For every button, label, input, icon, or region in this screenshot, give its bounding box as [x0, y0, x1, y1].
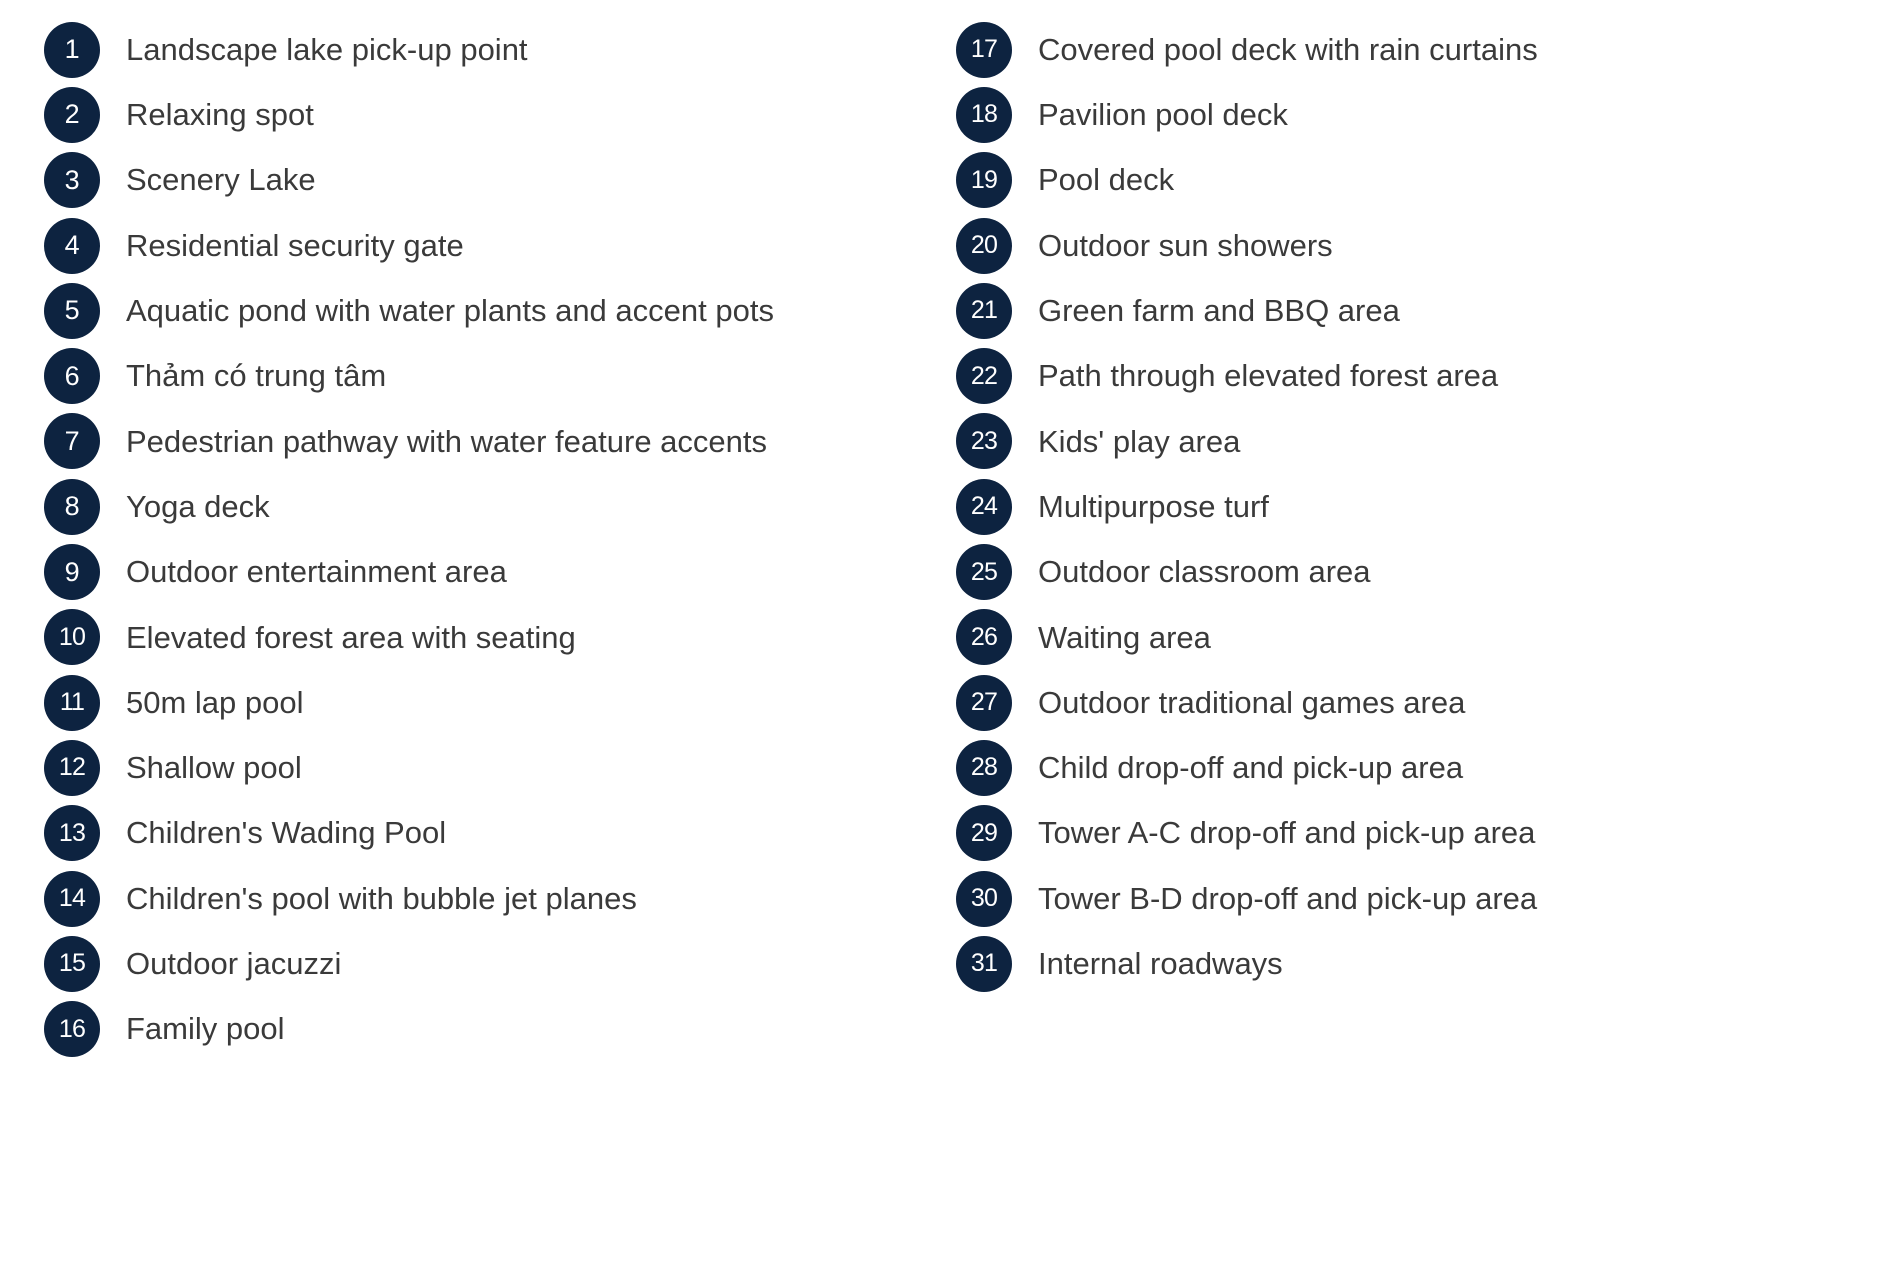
legend-columns: 1 Landscape lake pick-up point 2 Relaxing s… — [0, 0, 1900, 1062]
legend-item[interactable]: 7 Pedestrian pathway with water feature a… — [44, 409, 956, 474]
legend-number-badge: 23 — [956, 413, 1012, 470]
legend-number-badge: 8 — [44, 478, 100, 535]
legend-item-label: Outdoor classroom area — [1038, 554, 1371, 590]
legend-item-label: Children's pool with bubble jet planes — [126, 880, 637, 916]
legend-item[interactable]: 27 Outdoor traditional games area — [956, 670, 1856, 735]
legend-item[interactable]: 8 Yoga deck — [44, 474, 956, 539]
legend-number-badge: 17 — [956, 21, 1012, 78]
legend-number-badge: 25 — [956, 544, 1012, 601]
legend-number-badge: 31 — [956, 935, 1012, 992]
legend-number-badge: 21 — [956, 282, 1012, 339]
legend-item[interactable]: 10 Elevated forest area with seating — [44, 605, 956, 670]
legend-item-label: 50m lap pool — [126, 684, 304, 720]
legend-number-badge: 20 — [956, 217, 1012, 274]
legend-item-label: Shallow pool — [126, 750, 302, 786]
legend-item-label: Thảm có trung tâm — [126, 358, 387, 394]
legend-item[interactable]: 6 Thảm có trung tâm — [44, 343, 956, 408]
legend-item-label: Landscape lake pick-up point — [126, 31, 528, 67]
legend-number-badge: 11 — [44, 674, 100, 731]
legend-number-badge: 7 — [44, 413, 100, 470]
legend-number-badge: 9 — [44, 544, 100, 601]
legend-item-label: Elevated forest area with seating — [126, 619, 576, 655]
legend-item[interactable]: 24 Multipurpose turf — [956, 474, 1856, 539]
legend-item[interactable]: 4 Residential security gate — [44, 213, 956, 278]
legend-item-label: Waiting area — [1038, 619, 1211, 655]
legend-number-badge: 13 — [44, 805, 100, 862]
legend-number-badge: 10 — [44, 609, 100, 666]
legend-number-badge: 12 — [44, 739, 100, 796]
legend-item-label: Outdoor entertainment area — [126, 554, 507, 590]
legend-item[interactable]: 5 Aquatic pond with water plants and acce… — [44, 278, 956, 343]
masterplan-legend: 1 Landscape lake pick-up point 2 Relaxing s… — [0, 0, 1900, 1282]
legend-item-label: Kids' play area — [1038, 423, 1241, 459]
legend-item[interactable]: 30 Tower B-D drop-off and pick-up area — [956, 866, 1856, 931]
legend-item-label: Internal roadways — [1038, 945, 1283, 981]
legend-item[interactable]: 25 Outdoor classroom area — [956, 539, 1856, 604]
legend-number-badge: 30 — [956, 870, 1012, 927]
legend-item[interactable]: 29 Tower A-C drop-off and pick-up area — [956, 801, 1856, 866]
legend-item[interactable]: 28 Child drop-off and pick-up area — [956, 735, 1856, 800]
legend-item[interactable]: 3 Scenery Lake — [44, 148, 956, 213]
legend-column-right: 17 Covered pool deck with rain curtains 18… — [956, 17, 1856, 996]
legend-item[interactable]: 2 Relaxing spot — [44, 82, 956, 147]
legend-number-badge: 5 — [44, 282, 100, 339]
legend-number-badge: 27 — [956, 674, 1012, 731]
legend-number-badge: 1 — [44, 21, 100, 78]
legend-number-badge: 2 — [44, 86, 100, 143]
legend-item[interactable]: 31 Internal roadways — [956, 931, 1856, 996]
legend-item[interactable]: 20 Outdoor sun showers — [956, 213, 1856, 278]
legend-number-badge: 26 — [956, 609, 1012, 666]
legend-number-badge: 4 — [44, 217, 100, 274]
legend-number-badge: 6 — [44, 348, 100, 405]
legend-item[interactable]: 22 Path through elevated forest area — [956, 343, 1856, 408]
legend-item[interactable]: 18 Pavilion pool deck — [956, 82, 1856, 147]
legend-item[interactable]: 13 Children's Wading Pool — [44, 801, 956, 866]
legend-number-badge: 28 — [956, 739, 1012, 796]
legend-item[interactable]: 23 Kids' play area — [956, 409, 1856, 474]
legend-number-badge: 29 — [956, 805, 1012, 862]
legend-item[interactable]: 17 Covered pool deck with rain curtains — [956, 17, 1856, 82]
legend-number-badge: 19 — [956, 152, 1012, 209]
legend-number-badge: 18 — [956, 86, 1012, 143]
legend-item-label: Tower A-C drop-off and pick-up area — [1038, 815, 1536, 851]
legend-number-badge: 16 — [44, 1001, 100, 1058]
legend-item-label: Outdoor sun showers — [1038, 227, 1333, 263]
legend-number-badge: 24 — [956, 478, 1012, 535]
legend-item-label: Yoga deck — [126, 488, 270, 524]
legend-item[interactable]: 12 Shallow pool — [44, 735, 956, 800]
legend-item[interactable]: 1 Landscape lake pick-up point — [44, 17, 956, 82]
legend-item-label: Family pool — [126, 1011, 285, 1047]
legend-item[interactable]: 26 Waiting area — [956, 605, 1856, 670]
legend-item[interactable]: 19 Pool deck — [956, 148, 1856, 213]
legend-item-label: Pedestrian pathway with water feature ac… — [126, 423, 768, 459]
legend-item-label: Outdoor traditional games area — [1038, 684, 1466, 720]
legend-item[interactable]: 11 50m lap pool — [44, 670, 956, 735]
legend-item[interactable]: 14 Children's pool with bubble jet planes — [44, 866, 956, 931]
legend-item[interactable]: 9 Outdoor entertainment area — [44, 539, 956, 604]
legend-item-label: Tower B-D drop-off and pick-up area — [1038, 880, 1538, 916]
legend-item-label: Children's Wading Pool — [126, 815, 447, 851]
legend-item[interactable]: 15 Outdoor jacuzzi — [44, 931, 956, 996]
legend-item-label: Pavilion pool deck — [1038, 97, 1288, 133]
legend-number-badge: 22 — [956, 348, 1012, 405]
legend-item-label: Aquatic pond with water plants and accen… — [126, 293, 774, 329]
legend-column-left: 1 Landscape lake pick-up point 2 Relaxing s… — [0, 17, 956, 1062]
legend-item-label: Green farm and BBQ area — [1038, 293, 1400, 329]
legend-item-label: Multipurpose turf — [1038, 488, 1269, 524]
legend-number-badge: 15 — [44, 935, 100, 992]
legend-item-label: Covered pool deck with rain curtains — [1038, 31, 1538, 67]
legend-item-label: Child drop-off and pick-up area — [1038, 750, 1464, 786]
legend-item-label: Outdoor jacuzzi — [126, 945, 342, 981]
legend-item[interactable]: 21 Green farm and BBQ area — [956, 278, 1856, 343]
legend-item[interactable]: 16 Family pool — [44, 996, 956, 1061]
legend-number-badge: 14 — [44, 870, 100, 927]
legend-item-label: Relaxing spot — [126, 97, 314, 133]
legend-item-label: Residential security gate — [126, 227, 464, 263]
legend-number-badge: 3 — [44, 152, 100, 209]
legend-item-label: Pool deck — [1038, 162, 1175, 198]
legend-item-label: Path through elevated forest area — [1038, 358, 1499, 394]
legend-item-label: Scenery Lake — [126, 162, 316, 198]
